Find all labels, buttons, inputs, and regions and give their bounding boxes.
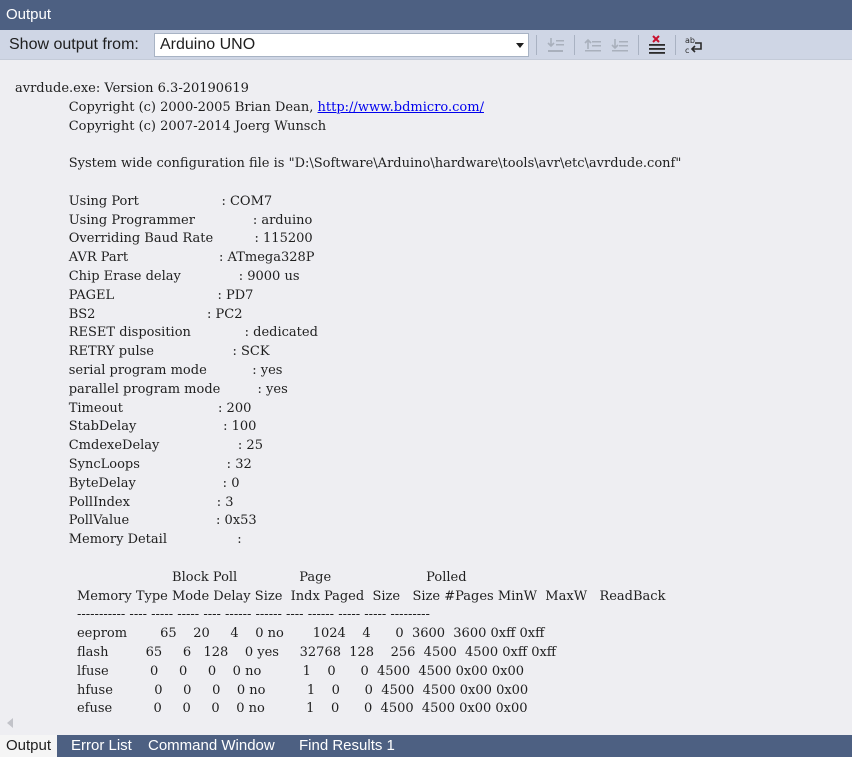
toolbar-separator [638, 35, 639, 55]
output-line: Copyright (c) 2007-2014 Joerg Wunsch [15, 118, 681, 137]
output-line-text: Block Poll Page Polled [15, 569, 467, 585]
output-line: ----------- ---- ----- ----- ---- ------… [15, 606, 681, 625]
tab-output[interactable]: Output [0, 735, 58, 757]
tab-command-window[interactable]: Command Window [142, 735, 281, 757]
output-line-text: parallel program mode : yes [15, 381, 288, 397]
output-line: lfuse 0 0 0 0 no 1 0 0 4500 4500 0x00 0x… [15, 663, 681, 682]
output-line: SyncLoops : 32 [15, 456, 681, 475]
output-line-text: efuse 0 0 0 0 no 1 0 0 4500 4500 0x00 0x… [15, 701, 528, 717]
output-line: Using Programmer : arduino [15, 212, 681, 231]
output-line-text: SyncLoops : 32 [15, 456, 252, 472]
tab-error-list[interactable]: Error List [65, 735, 138, 757]
output-line: RETRY pulse : SCK [15, 343, 681, 362]
output-line: parallel program mode : yes [15, 381, 681, 400]
find-message-in-code-icon[interactable] [545, 34, 567, 56]
clear-all-icon[interactable] [646, 34, 668, 56]
svg-text:ab: ab [685, 36, 695, 45]
output-line-text: ----------- ---- ----- ----- ---- ------… [15, 607, 430, 623]
toolbar-separator [574, 35, 575, 55]
output-line: PollValue : 0x53 [15, 512, 681, 531]
output-line-text: Copyright (c) 2007-2014 Joerg Wunsch [15, 118, 327, 134]
output-line: RESET disposition : dedicated [15, 324, 681, 343]
output-line-text: RESET disposition : dedicated [15, 325, 318, 341]
output-line: flash 65 6 128 0 yes 32768 128 256 4500 … [15, 644, 681, 663]
output-line: hfuse 0 0 0 0 no 1 0 0 4500 4500 0x00 0x… [15, 682, 681, 701]
output-line: avrdude.exe: Version 6.3-20190619 [15, 80, 681, 99]
show-output-from-label: Show output from: [9, 36, 139, 53]
output-line-text: Using Port : COM7 [15, 193, 273, 209]
output-line-text: Copyright (c) 2000-2005 Brian Dean, [15, 99, 318, 115]
output-line-text: BS2 : PC2 [15, 306, 243, 322]
output-line-text: CmdexeDelay : 25 [15, 438, 263, 454]
output-line-text: Using Programmer : arduino [15, 212, 313, 228]
output-line-text: ByteDelay : 0 [15, 475, 240, 491]
output-line: ByteDelay : 0 [15, 475, 681, 494]
output-line: PollIndex : 3 [15, 494, 681, 513]
toolbar-separator [675, 35, 676, 55]
output-line: efuse 0 0 0 0 no 1 0 0 4500 4500 0x00 0x… [15, 700, 681, 719]
output-line-text: RETRY pulse : SCK [15, 344, 270, 360]
output-line-text: PAGEL : PD7 [15, 287, 254, 303]
scroll-left-arrow-icon[interactable] [7, 718, 13, 728]
output-line-text: lfuse 0 0 0 0 no 1 0 0 4500 4500 0x00 0x… [15, 663, 524, 679]
output-toolbar: Show output from: Arduino UNO ab c [0, 30, 852, 60]
output-text-area[interactable]: avrdude.exe: Version 6.3-20190619 Copyri… [0, 61, 852, 735]
output-line-text: flash 65 6 128 0 yes 32768 128 256 4500 … [15, 644, 557, 660]
output-line: Timeout : 200 [15, 400, 681, 419]
output-line: PAGEL : PD7 [15, 287, 681, 306]
go-to-previous-message-icon[interactable] [582, 34, 604, 56]
output-line-text: avrdude.exe: Version 6.3-20190619 [15, 81, 249, 96]
output-line-text: serial program mode : yes [15, 362, 283, 378]
output-line: BS2 : PC2 [15, 306, 681, 325]
tab-find-results-1[interactable]: Find Results 1 [293, 735, 401, 757]
output-line: eeprom 65 20 4 0 no 1024 4 0 3600 3600 0… [15, 625, 681, 644]
go-to-next-message-icon[interactable] [609, 34, 631, 56]
output-line-text: hfuse 0 0 0 0 no 1 0 0 4500 4500 0x00 0x… [15, 682, 529, 698]
output-line: Memory Type Mode Delay Size Indx Paged S… [15, 588, 681, 607]
output-line: serial program mode : yes [15, 362, 681, 381]
output-line-text: Memory Type Mode Delay Size Indx Paged S… [15, 588, 666, 604]
output-line-text: eeprom 65 20 4 0 no 1024 4 0 3600 3600 0… [15, 626, 545, 642]
output-line: AVR Part : ATmega328P [15, 249, 681, 268]
output-link[interactable]: http://www.bdmicro.com/ [318, 100, 484, 115]
output-line-text: PollValue : 0x53 [15, 513, 257, 529]
output-line-text: System wide configuration file is "D:\So… [15, 156, 682, 172]
output-line-text: Overriding Baud Rate : 115200 [15, 231, 313, 247]
output-line-text: StabDelay : 100 [15, 419, 257, 435]
toolbar-separator [536, 35, 537, 55]
output-line-text: PollIndex : 3 [15, 494, 234, 510]
svg-text:c: c [685, 46, 689, 55]
output-line: System wide configuration file is "D:\So… [15, 155, 682, 174]
output-line: Block Poll Page Polled [15, 569, 681, 588]
output-line: Overriding Baud Rate : 115200 [15, 230, 681, 249]
output-line-text: AVR Part : ATmega328P [15, 250, 315, 266]
output-line: Memory Detail : [15, 531, 681, 550]
output-line-text: Timeout : 200 [15, 400, 252, 416]
output-source-dropdown[interactable]: Arduino UNO [154, 33, 529, 57]
output-line: CmdexeDelay : 25 [15, 437, 681, 456]
chevron-down-icon[interactable] [516, 43, 524, 48]
output-log: avrdude.exe: Version 6.3-20190619 Copyri… [15, 80, 681, 719]
output-line: Chip Erase delay : 9000 us [15, 268, 681, 287]
bottom-tab-bar: Output Error List Command Window Find Re… [0, 735, 852, 757]
output-line: Copyright (c) 2000-2005 Brian Dean, http… [15, 99, 681, 118]
output-line-text: Chip Erase delay : 9000 us [15, 268, 300, 284]
toggle-word-wrap-icon[interactable]: ab c [683, 34, 705, 56]
output-source-value: Arduino UNO [160, 36, 256, 53]
output-line: StabDelay : 100 [15, 418, 681, 437]
output-window-title: Output [0, 0, 852, 30]
output-line: Using Port : COM7 [15, 193, 681, 212]
output-line-text: Memory Detail : [15, 532, 242, 548]
